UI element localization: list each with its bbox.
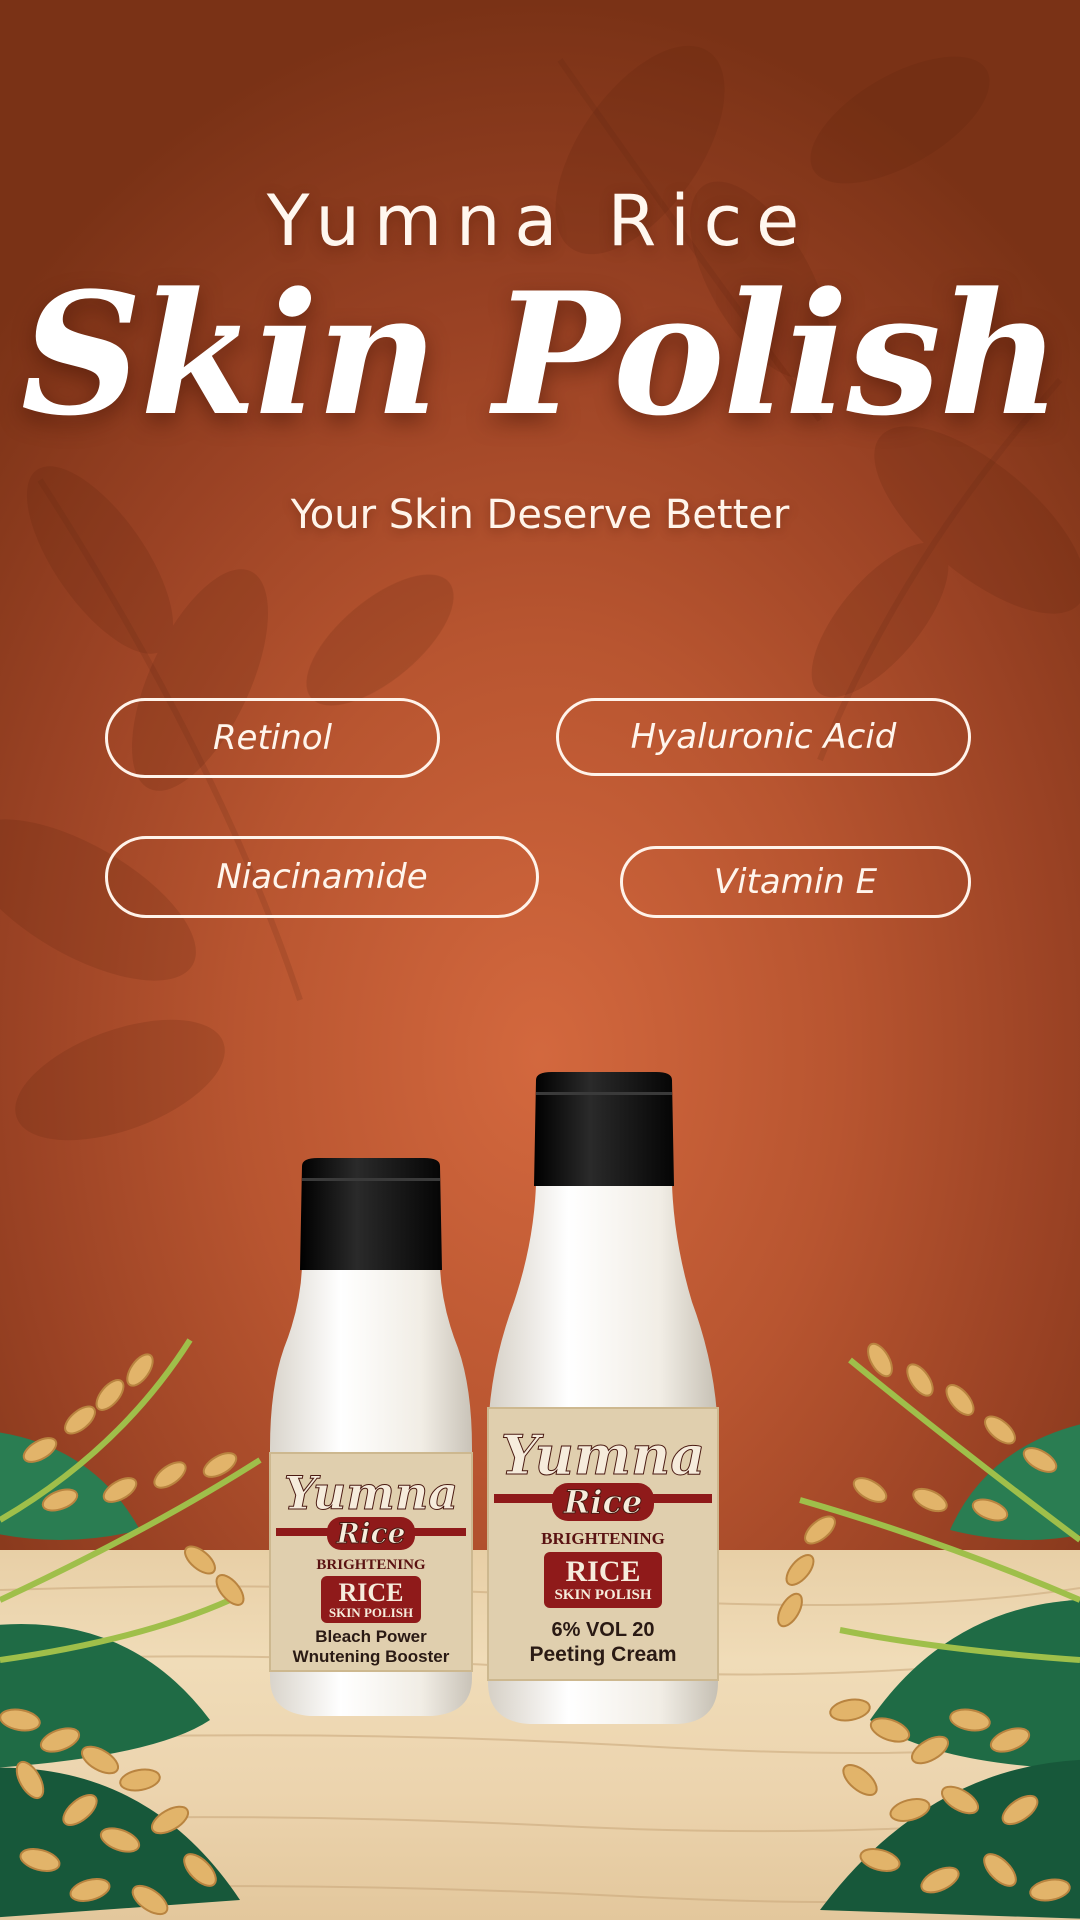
label-badge-main: RICE: [565, 1555, 641, 1588]
rice-plant-right-decoration: [777, 1342, 1080, 1919]
rice-plant-left-decoration: [0, 1338, 262, 1918]
label-badge: RICE SKIN POLISH: [482, 1552, 724, 1608]
ingredient-pill-hyaluronic-acid: Hyaluronic Acid: [556, 698, 971, 776]
product-bottle-large: Yumna Rice BRIGHTENING RICE SKIN POLISH …: [482, 1072, 724, 1726]
tagline: Your Skin Deserve Better: [290, 492, 790, 538]
ingredient-pill-niacinamide: Niacinamide: [105, 836, 539, 918]
label-line: BRIGHTENING: [541, 1529, 665, 1548]
ingredient-pill-vitamin-e: Vitamin E: [620, 846, 971, 918]
promo-poster: Yumna Rice Skin Polish Your Skin Deserve…: [0, 0, 1080, 1920]
ingredient-label: Hyaluronic Acid: [630, 717, 897, 757]
label-badge-sub: SKIN POLISH: [328, 1605, 414, 1620]
product-title: Skin Polish: [20, 255, 1061, 453]
label-badge-sub: SKIN POLISH: [554, 1587, 652, 1603]
ingredient-label: Niacinamide: [216, 857, 428, 897]
ingredient-label: Vitamin E: [713, 862, 878, 902]
label-badge-main: RICE: [338, 1578, 404, 1607]
label-desc-line1: 6% VOL 20: [551, 1619, 655, 1641]
label-brand-sub-badge: Rice: [482, 1483, 724, 1521]
label-brand-sub: Rice: [326, 1517, 416, 1550]
ingredient-pill-retinol: Retinol: [105, 698, 440, 778]
label-brand-sub: Rice: [551, 1483, 655, 1521]
ingredient-label: Retinol: [212, 718, 333, 758]
label-desc-line2: Peeting Cream: [529, 1643, 677, 1666]
label-brand-script: Yumna: [500, 1423, 706, 1487]
brand-heading: Yumna Rice: [266, 180, 814, 262]
